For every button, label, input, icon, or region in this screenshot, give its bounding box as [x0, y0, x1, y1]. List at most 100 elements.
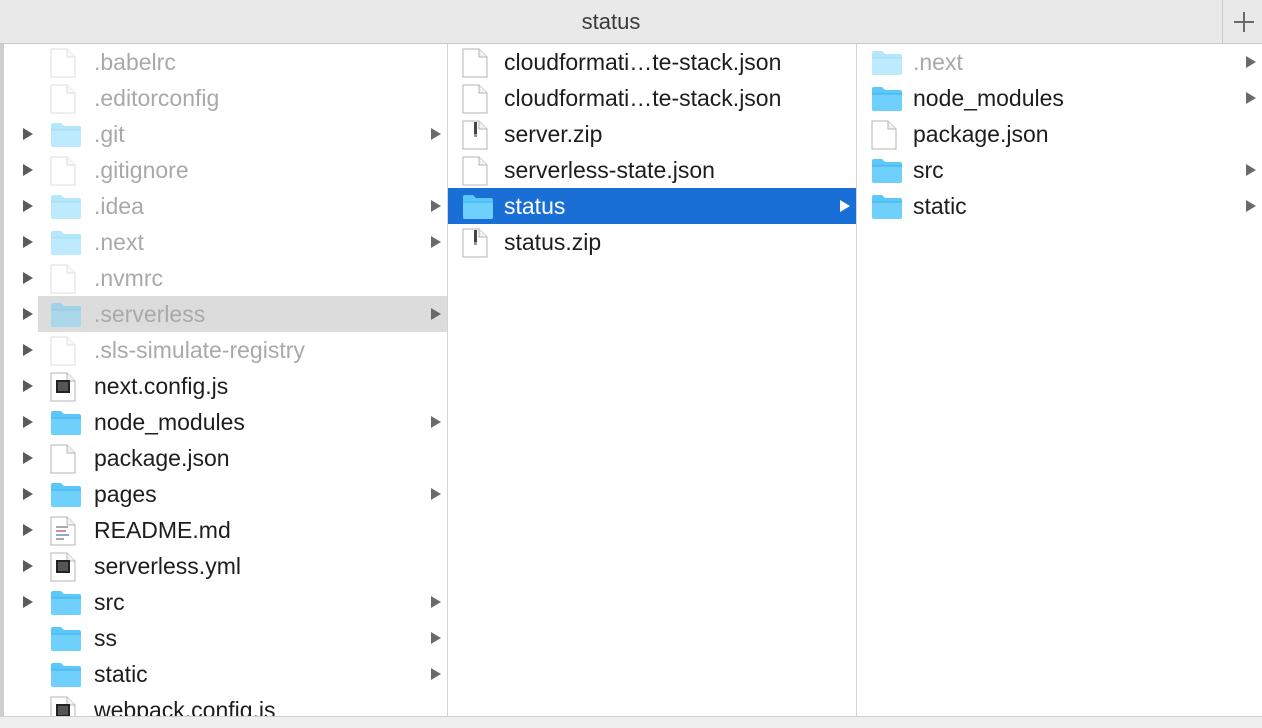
chevron-right-icon [431, 632, 441, 644]
chevron-right-icon [431, 308, 441, 320]
file-icon [462, 84, 488, 119]
chevron-right-icon [431, 128, 441, 140]
item-label: server.zip [504, 121, 603, 147]
disclosure-triangle-icon[interactable] [23, 200, 33, 212]
list-item[interactable]: webpack.config.js [38, 692, 447, 716]
disclosure-triangle-icon[interactable] [23, 416, 33, 428]
column-status[interactable]: .next node_modules package.json src static [857, 44, 1262, 716]
column-project-root[interactable]: .babelrc .editorconfig .git .gitignore .idea… [38, 44, 448, 716]
item-label: package.json [913, 121, 1049, 147]
list-item[interactable]: src [38, 584, 447, 620]
list-item[interactable]: .editorconfig [38, 80, 447, 116]
disclosure-triangle-icon[interactable] [23, 308, 33, 320]
zip-file-icon [462, 228, 488, 263]
folder-icon [50, 660, 82, 693]
list-item[interactable]: .nvmrc [38, 260, 447, 296]
folder-icon [462, 192, 494, 225]
folder-icon [50, 624, 82, 657]
list-item[interactable]: ss [38, 620, 447, 656]
file-icon [50, 336, 76, 371]
disclosure-triangle-icon[interactable] [23, 560, 33, 572]
disclosure-triangle-icon[interactable] [23, 596, 33, 608]
horizontal-scrollbar[interactable] [0, 716, 1262, 728]
item-label: serverless-state.json [504, 157, 715, 183]
list-item[interactable]: cloudformati…te-stack.json [448, 80, 856, 116]
list-item[interactable]: next.config.js [38, 368, 447, 404]
disclosure-triangle-icon[interactable] [23, 128, 33, 140]
chevron-right-icon [1246, 200, 1256, 212]
item-label: .gitignore [94, 157, 189, 183]
disclosure-triangle-icon[interactable] [23, 488, 33, 500]
folder-icon [50, 480, 82, 513]
list-item[interactable]: serverless.yml [38, 548, 447, 584]
chevron-right-icon [840, 200, 850, 212]
item-label: src [94, 589, 125, 615]
list-item[interactable]: README.md [38, 512, 447, 548]
list-item[interactable]: .sls-simulate-registry [38, 332, 447, 368]
new-tab-plus-icon[interactable] [1222, 0, 1262, 44]
list-item[interactable]: static [857, 188, 1262, 224]
column-serverless[interactable]: cloudformati…te-stack.json cloudformati…t… [448, 44, 857, 716]
zip-file-icon [462, 120, 488, 155]
disclosure-triangle-icon[interactable] [23, 164, 33, 176]
file-icon [50, 48, 76, 83]
item-label: status.zip [504, 229, 602, 255]
folder-icon [50, 408, 82, 441]
list-item[interactable]: package.json [38, 440, 447, 476]
list-item[interactable]: static [38, 656, 447, 692]
item-label: .next [94, 229, 144, 255]
file-icon [50, 84, 76, 119]
list-item[interactable]: src [857, 152, 1262, 188]
list-item[interactable]: .gitignore [38, 152, 447, 188]
disclosure-triangle-icon[interactable] [23, 344, 33, 356]
chevron-right-icon [431, 416, 441, 428]
folder-icon [50, 300, 82, 333]
folder-icon [50, 588, 82, 621]
item-label: webpack.config.js [94, 697, 276, 716]
file-icon [871, 120, 897, 155]
list-item[interactable]: server.zip [448, 116, 856, 152]
disclosure-triangle-icon[interactable] [23, 524, 33, 536]
list-item[interactable]: pages [38, 476, 447, 512]
list-item[interactable]: cloudformati…te-stack.json [448, 44, 856, 80]
item-label: src [913, 157, 944, 183]
item-label: node_modules [94, 409, 245, 435]
file-icon [50, 444, 76, 479]
item-label: .next [913, 49, 963, 75]
list-item[interactable]: .idea [38, 188, 447, 224]
chevron-right-icon [1246, 164, 1256, 176]
list-item[interactable]: .next [38, 224, 447, 260]
disclosure-triangle-icon[interactable] [23, 380, 33, 392]
list-item[interactable]: status [448, 188, 856, 224]
list-item[interactable]: .git [38, 116, 447, 152]
chevron-right-icon [1246, 56, 1256, 68]
list-item[interactable]: node_modules [38, 404, 447, 440]
list-item[interactable]: .next [857, 44, 1262, 80]
item-label: .babelrc [94, 49, 176, 75]
list-item[interactable]: package.json [857, 116, 1262, 152]
markdown-file-icon [50, 516, 76, 551]
folder-icon [871, 48, 903, 81]
disclosure-triangle-icon[interactable] [23, 272, 33, 284]
item-label: README.md [94, 517, 231, 543]
item-label: ss [94, 625, 117, 651]
list-item[interactable]: .babelrc [38, 44, 447, 80]
disclosure-triangle-icon[interactable] [23, 236, 33, 248]
file-icon [462, 48, 488, 83]
list-item[interactable]: .serverless [38, 296, 447, 332]
list-item[interactable]: serverless-state.json [448, 152, 856, 188]
list-item[interactable]: status.zip [448, 224, 856, 260]
folder-icon [50, 120, 82, 153]
yaml-file-icon [50, 552, 76, 587]
disclosure-triangle-icon[interactable] [23, 452, 33, 464]
item-label: cloudformati…te-stack.json [504, 85, 782, 111]
chevron-right-icon [1246, 92, 1256, 104]
file-icon [50, 156, 76, 191]
chevron-right-icon [431, 200, 441, 212]
item-label: .idea [94, 193, 144, 219]
item-label: .editorconfig [94, 85, 220, 111]
folder-icon [871, 156, 903, 189]
chevron-right-icon [431, 488, 441, 500]
folder-icon [871, 84, 903, 117]
list-item[interactable]: node_modules [857, 80, 1262, 116]
